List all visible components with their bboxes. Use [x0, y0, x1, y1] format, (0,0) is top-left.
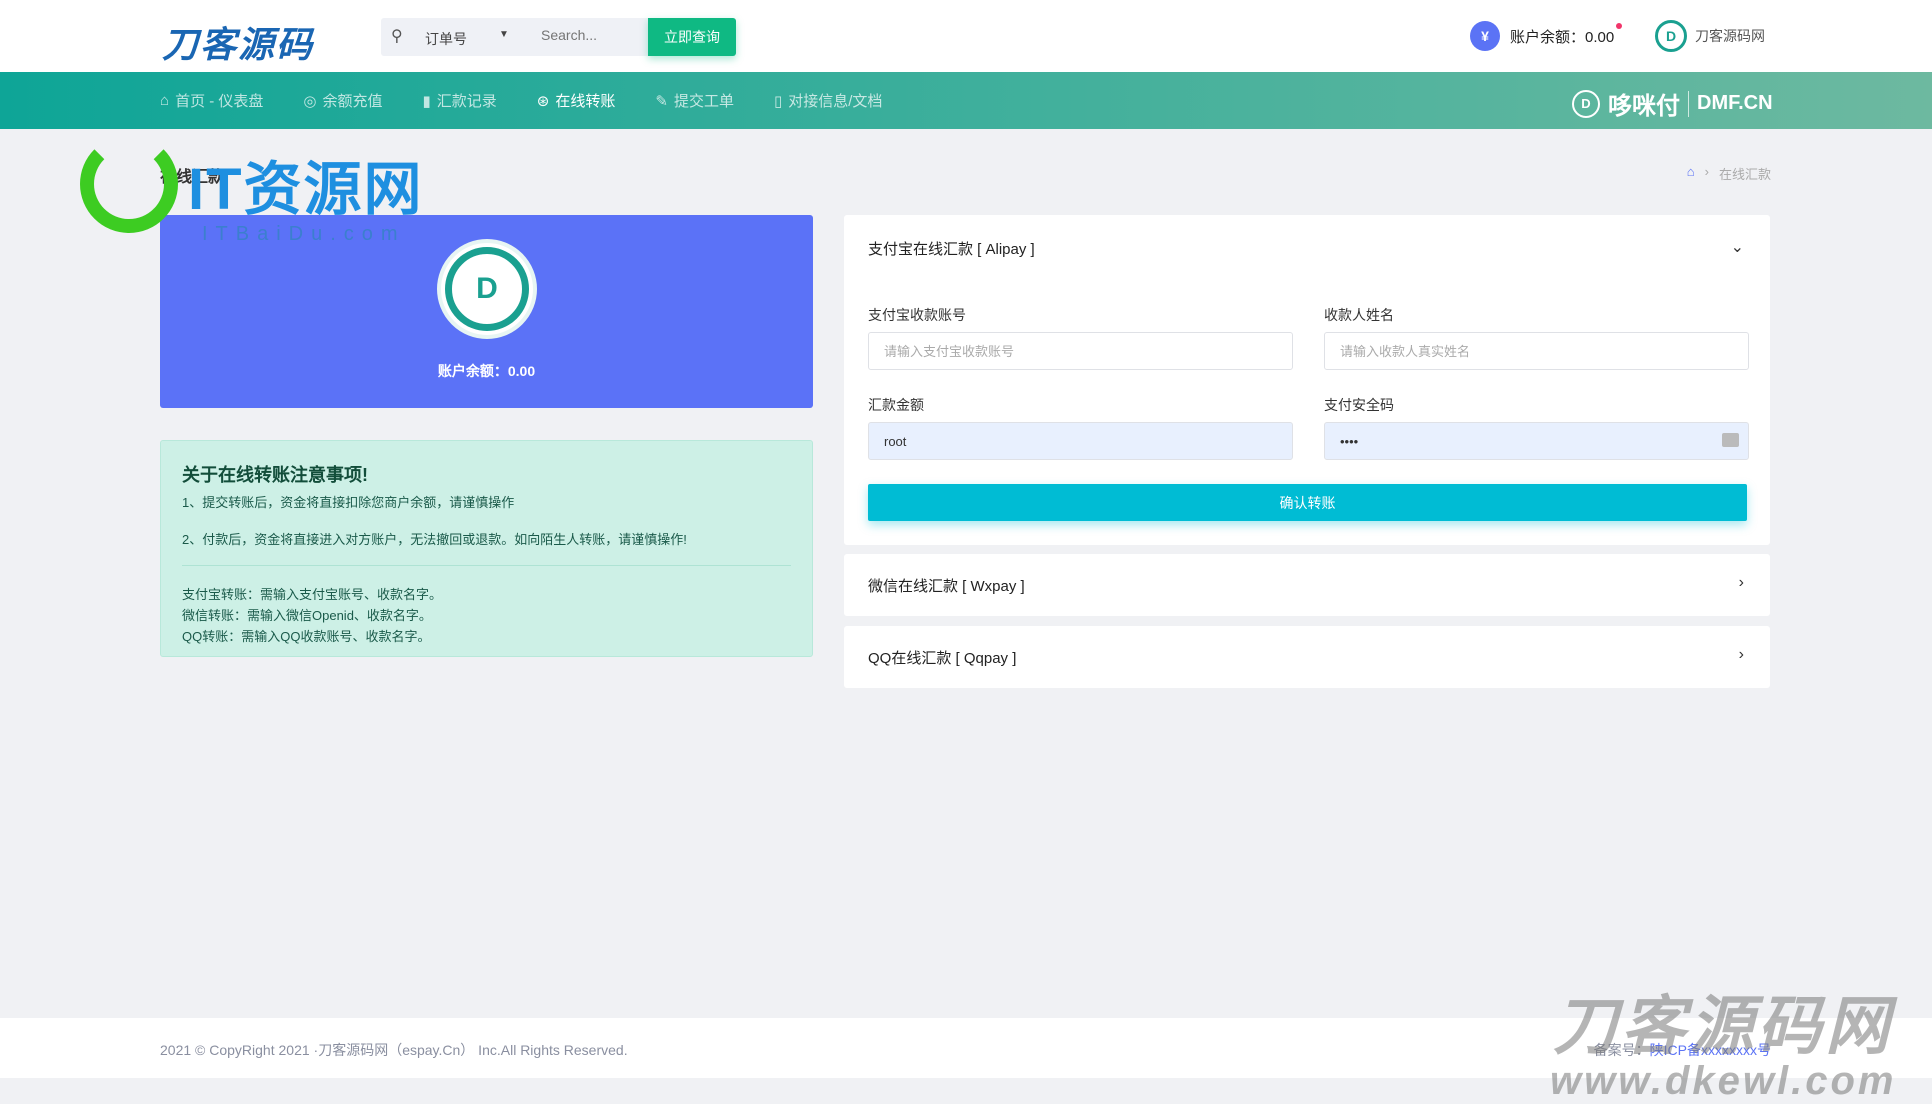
merchant-avatar: D — [437, 239, 537, 339]
search-type-select[interactable]: 订单号 — [425, 29, 467, 49]
chevron-down-icon[interactable]: ⌄ — [1731, 237, 1744, 257]
account-label: 支付宝收款账号 — [868, 307, 966, 323]
brand-name: 哆咪付 — [1608, 93, 1680, 120]
amount-label: 汇款金额 — [868, 397, 924, 413]
divider — [182, 565, 791, 566]
lifebuoy-icon: ⊛ — [536, 92, 550, 110]
search-bar: ⚲ 订单号 ▼ — [381, 18, 649, 56]
nav-item[interactable]: ▯ 对接信息/文档 — [774, 90, 882, 111]
balance-card-text: 账户余额：0.00 — [437, 363, 536, 379]
breadcrumb: ⌂ › 在线汇款 — [1687, 164, 1771, 183]
notice-card: 关于在线转账注意事项! 1、提交转账后，资金将直接扣除您商户余额，请谨慎操作 2… — [160, 440, 813, 657]
keyboard-icon[interactable] — [1722, 433, 1739, 447]
confirm-transfer-button[interactable]: 确认转账 — [868, 484, 1747, 521]
security-code-input[interactable] — [1324, 422, 1749, 460]
copyright: 2021 © CopyRight 2021 ·刀客源码网（espay.Cn） I… — [160, 1042, 628, 1058]
notice-line: QQ转账：需输入QQ收款账号、收款名字。 — [182, 629, 431, 644]
wxpay-panel-header[interactable]: 微信在线汇款 [ Wxpay ] — [868, 575, 1025, 596]
breadcrumb-current: 在线汇款 — [1718, 167, 1771, 182]
site-logo[interactable]: 刀客源码 — [162, 16, 314, 68]
home-icon[interactable]: ⌂ — [1687, 164, 1695, 183]
nav-item-label: 提交工单 — [673, 93, 734, 110]
caret-down-icon[interactable]: ▼ — [499, 29, 509, 40]
notice-title: 关于在线转账注意事项! — [182, 465, 368, 485]
icp-link[interactable]: 陕ICP备xxxxxxxx号 — [1650, 1042, 1771, 1058]
nav-item[interactable]: ⊛ 在线转账 — [537, 90, 616, 111]
nav-item[interactable]: ◎ 余额充值 — [303, 90, 382, 111]
search-icon: ⚲ — [391, 28, 403, 45]
amount-input[interactable] — [868, 422, 1293, 460]
page-title: 在线汇款 — [160, 169, 225, 186]
phone-icon: ▯ — [773, 92, 783, 110]
main-nav: ⌂ 首页 - 仪表盘 ◎ 余额充值 ▮ 汇款记录 ⊛ 在线转账 ✎ 提交工单 ▯ 对接信息/文档 D … — [0, 72, 1932, 129]
pwd-label: 支付安全码 — [1324, 397, 1394, 413]
avatar: D — [1655, 20, 1687, 52]
nav-item[interactable]: ⌂ 首页 - 仪表盘 — [160, 90, 263, 111]
nav-item[interactable]: ▮ 汇款记录 — [423, 90, 497, 111]
qqpay-panel[interactable]: QQ在线汇款 [ Qqpay ] › — [844, 626, 1770, 688]
nav-item-label: 在线转账 — [555, 93, 616, 110]
edit-icon: ✎ — [655, 92, 668, 110]
nav-item-label: 首页 - 仪表盘 — [175, 93, 264, 110]
header-balance[interactable]: ¥ 账户余额：0.00 — [1470, 21, 1622, 51]
qqpay-panel-header[interactable]: QQ在线汇款 [ Qqpay ] — [868, 647, 1016, 668]
nav-item-label: 汇款记录 — [436, 93, 497, 110]
nav-item-label: 对接信息/文档 — [788, 93, 883, 110]
name-label: 收款人姓名 — [1324, 307, 1394, 323]
target-icon: ◎ — [303, 92, 317, 110]
wxpay-panel[interactable]: 微信在线汇款 [ Wxpay ] › — [844, 554, 1770, 616]
footer: 2021 © CopyRight 2021 ·刀客源码网（espay.Cn） I… — [0, 1018, 1932, 1078]
brand-icon: D — [1572, 89, 1600, 118]
notice-item: 2、付款后，资金将直接进入对方账户，无法撤回或退款。如向陌生人转账，请谨慎操作! — [182, 532, 687, 547]
payee-name-input[interactable] — [1324, 332, 1749, 370]
nav-item-label: 余额充值 — [322, 93, 383, 110]
user-menu[interactable]: D 刀客源码网 — [1655, 20, 1765, 52]
alipay-account-input[interactable] — [868, 332, 1293, 370]
search-input[interactable] — [541, 27, 641, 43]
brand-logo: D 哆咪付 DMF.CN — [1572, 86, 1773, 121]
brand-domain: DMF.CN — [1697, 92, 1773, 114]
chevron-right-icon[interactable]: › — [1739, 646, 1744, 664]
bar-chart-icon: ▮ — [422, 92, 431, 110]
nav-item[interactable]: ✎ 提交工单 — [655, 90, 734, 111]
header: 刀客源码 ⚲ 订单号 ▼ 立即查询 ¥ 账户余额：0.00 D 刀客源码网 — [0, 0, 1932, 72]
yen-icon: ¥ — [1470, 21, 1500, 51]
notice-line: 支付宝转账：需输入支付宝账号、收款名字。 — [182, 587, 443, 602]
notice-item: 1、提交转账后，资金将直接扣除您商户余额，请谨慎操作 — [182, 495, 515, 510]
user-name: 刀客源码网 — [1695, 28, 1765, 44]
notification-dot — [1616, 23, 1622, 29]
notice-line: 微信转账：需输入微信Openid、收款名字。 — [182, 608, 432, 623]
home-icon: ⌂ — [160, 92, 170, 109]
alipay-panel: 支付宝在线汇款 [ Alipay ] ⌄ 支付宝收款账号 收款人姓名 汇款金额 … — [844, 215, 1770, 545]
chevron-right-icon: › — [1704, 164, 1709, 179]
alipay-panel-header[interactable]: 支付宝在线汇款 [ Alipay ] — [868, 238, 1035, 259]
divider — [1688, 90, 1689, 117]
chevron-right-icon[interactable]: › — [1739, 574, 1744, 592]
query-button[interactable]: 立即查询 — [648, 18, 736, 56]
balance-text: 账户余额：0.00 — [1510, 28, 1615, 46]
icp-record: 备案号：陕ICP备xxxxxxxx号 — [1593, 1042, 1771, 1058]
